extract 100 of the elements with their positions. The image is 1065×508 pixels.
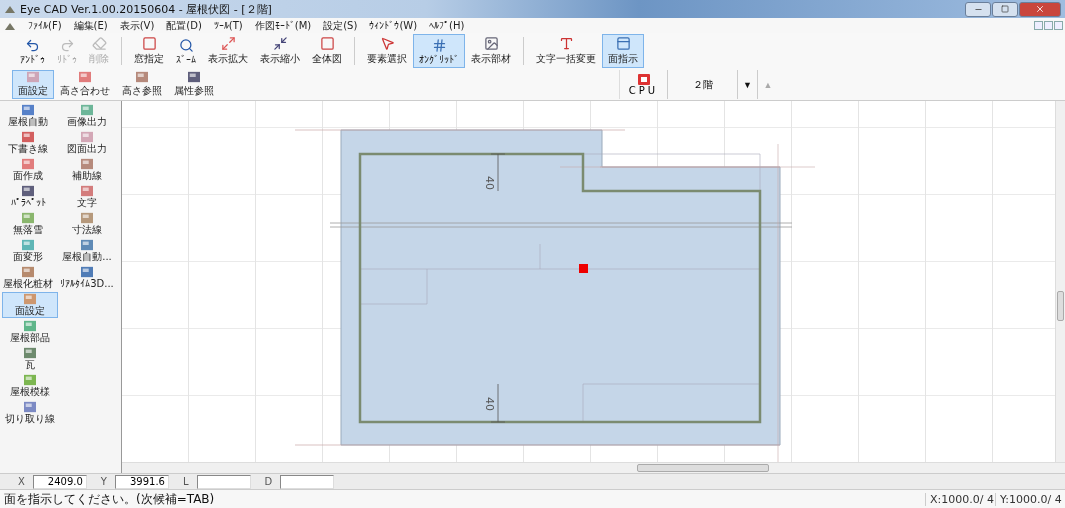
sidebar-item[interactable]: 無落雪: [2, 211, 54, 237]
toolbar-button[interactable]: 表示縮小: [254, 34, 306, 68]
tile-icon: [80, 212, 94, 224]
menu-item[interactable]: 配置(D): [166, 18, 202, 33]
toolbar-button[interactable]: 要素選択: [361, 34, 413, 68]
tile-icon: [23, 347, 37, 359]
toolbar-button[interactable]: 高さ参照: [116, 70, 168, 99]
sidebar-item[interactable]: 面作成: [2, 157, 54, 183]
sidebar-item[interactable]: ﾊﾟﾗﾍﾟｯﾄ: [2, 184, 54, 210]
sidebar-item[interactable]: 屋根部品: [2, 319, 58, 345]
sidebar-item[interactable]: 切り取り線: [2, 400, 58, 426]
tile-icon: [80, 131, 94, 143]
toolbar-button[interactable]: 全体図: [306, 34, 348, 68]
redo-icon: [59, 37, 75, 53]
toolbar-button[interactable]: 高さ合わせ: [54, 70, 116, 99]
sidebar-item[interactable]: 画像出力: [54, 103, 120, 129]
sidebar-item[interactable]: 屋根自動: [2, 103, 54, 129]
maximize-icon: [1001, 5, 1009, 13]
menu-item[interactable]: 設定(S): [323, 18, 358, 33]
menu-item[interactable]: 表示(V): [119, 18, 155, 33]
tile-icon: [23, 374, 37, 386]
tile-icon: [23, 293, 37, 305]
sidebar-item[interactable]: 寸法線: [54, 211, 120, 237]
tile-icon: [21, 212, 35, 224]
sidebar-item[interactable]: 図面出力: [54, 130, 120, 156]
tile-icon: [26, 71, 40, 83]
toolbar-button[interactable]: 面設定: [12, 70, 54, 99]
tile-icon: [21, 104, 35, 116]
menu-item[interactable]: ﾍﾙﾌﾟ(H): [429, 20, 465, 31]
sidebar-item[interactable]: 屋根自動...: [54, 238, 120, 264]
status-y: Y:1000.0/ 4: [995, 492, 1065, 506]
eraser-icon: [91, 36, 107, 51]
menu-item[interactable]: 作図ﾓｰﾄﾞ(M): [254, 18, 312, 33]
coordinate-field[interactable]: [196, 474, 251, 489]
toolbar-button[interactable]: 窓指定: [128, 34, 170, 68]
cpu-icon: [637, 73, 650, 85]
close-icon: [1035, 4, 1045, 14]
toolbar-button[interactable]: 面指示: [602, 34, 644, 68]
toolbar-button[interactable]: ｵﾝｸﾞﾘｯﾄﾞ: [413, 34, 465, 68]
text-icon: [558, 36, 574, 51]
menu-item[interactable]: 編集(E): [73, 18, 108, 33]
grid-icon: [431, 37, 447, 53]
tile-icon: [21, 158, 35, 170]
coordinate-field[interactable]: 2409.0: [32, 474, 87, 489]
panel-icon: [615, 36, 631, 51]
tile-icon: [80, 158, 94, 170]
roof-plane[interactable]: [340, 129, 781, 446]
menu-item[interactable]: ﾌｧｲﾙ(F): [28, 20, 62, 31]
frame-icon: [141, 36, 157, 51]
sidebar-item[interactable]: 文字: [54, 184, 120, 210]
tile-icon: [23, 320, 37, 332]
sidebar-item[interactable]: 面設定: [2, 292, 58, 318]
sidebar-item[interactable]: 屋根化粧材: [2, 265, 54, 291]
coordinate-field[interactable]: [280, 474, 335, 489]
status-x: X:1000.0/ 4: [925, 492, 995, 506]
dimension-text: 40: [483, 397, 496, 411]
drawing-canvas[interactable]: 40 40: [122, 101, 1055, 462]
tile-icon: [80, 104, 94, 116]
menu-item[interactable]: ｳｨﾝﾄﾞｳ(W): [369, 20, 418, 31]
floor-label: ２階: [668, 70, 738, 99]
coordinate-label: X: [18, 476, 25, 487]
tile-icon: [80, 266, 94, 278]
pointer-icon: [379, 36, 395, 51]
square-icon: [319, 36, 335, 51]
tile-icon: [21, 131, 35, 143]
floor-down-button[interactable]: ▼: [738, 70, 758, 99]
tile-icon: [23, 401, 37, 413]
sidebar-item[interactable]: 下書き線: [2, 130, 54, 156]
toolbar-button[interactable]: 文字一括変更: [530, 34, 602, 68]
shrink-icon: [272, 36, 288, 51]
search-icon: [178, 37, 194, 53]
tile-icon: [80, 185, 94, 197]
sidebar-item[interactable]: 瓦: [2, 346, 58, 372]
app-icon: [4, 4, 16, 14]
window-title: Eye CAD Ver.1.00.20150604 - 屋根伏図 - [２階]: [20, 1, 272, 17]
sidebar-item[interactable]: ﾘｱﾙﾀｲﾑ3D...: [54, 265, 120, 291]
menu-item[interactable]: ﾂｰﾙ(T): [213, 20, 243, 31]
coordinate-label: Y: [100, 476, 107, 487]
toolbar-button[interactable]: 表示部材: [465, 34, 517, 68]
toolbar-button[interactable]: 属性参照: [168, 70, 220, 99]
toolbar-button[interactable]: ｽﾞｰﾑ: [170, 34, 202, 68]
cursor-marker: [579, 264, 588, 273]
coordinate-field[interactable]: 3991.6: [114, 474, 169, 489]
expand-icon: [220, 36, 236, 51]
tile-icon: [21, 185, 35, 197]
toolbar-button[interactable]: 表示拡大: [202, 34, 254, 68]
sidebar-item[interactable]: 屋根模様: [2, 373, 58, 399]
cpu-button[interactable]: CPU: [620, 70, 668, 99]
sidebar-item[interactable]: 面変形: [2, 238, 54, 264]
status-message: 面を指示してください。(次候補=TAB): [4, 490, 215, 508]
toolbar-button[interactable]: ｱﾝﾄﾞｩ: [14, 34, 51, 68]
vertical-scrollbar[interactable]: [1055, 101, 1065, 462]
tile-icon: [21, 266, 35, 278]
maximize-button[interactable]: [992, 1, 1018, 17]
image-icon: [483, 36, 499, 51]
coordinate-label: L: [182, 476, 189, 487]
undo-icon: [25, 37, 40, 53]
tile-icon: [80, 239, 94, 251]
horizontal-scrollbar[interactable]: [122, 462, 1065, 473]
sidebar-item[interactable]: 補助線: [54, 157, 120, 183]
